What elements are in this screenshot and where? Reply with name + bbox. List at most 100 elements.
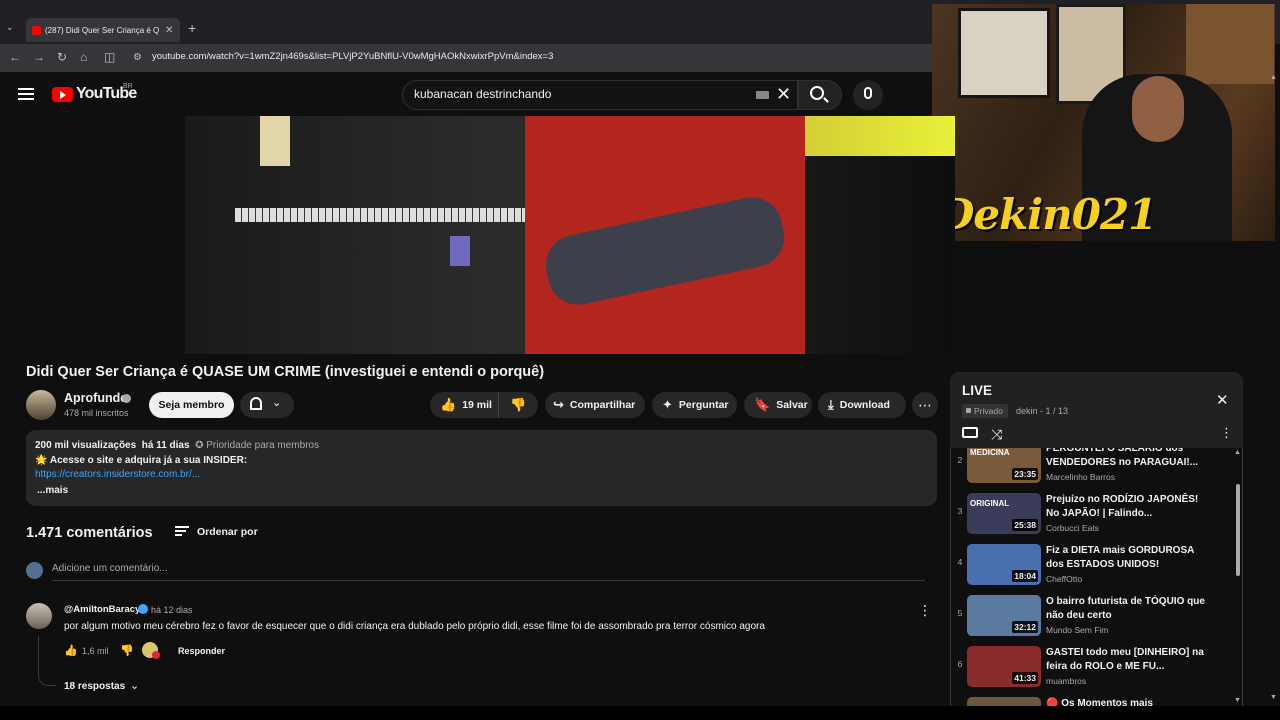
comment-like-icon[interactable]: 👍: [64, 644, 78, 657]
page-scroll-down-icon[interactable]: ▼: [1270, 694, 1277, 701]
share-button[interactable]: ↪ Compartilhar: [545, 392, 645, 418]
show-more-link[interactable]: ...mais: [37, 485, 68, 496]
playlist-item[interactable]: 3 ORIGINAL 25:38 Prejuízo no RODÍZIO JAPONÊ…: [951, 493, 1242, 544]
chevron-down-icon[interactable]: ⌄: [130, 679, 139, 692]
clear-search-icon[interactable]: ✕: [776, 84, 791, 105]
playlist-menu-icon[interactable]: ⋮: [1220, 425, 1233, 441]
tab-close-icon[interactable]: ✕: [165, 25, 173, 36]
playlist-items: 2 MEDICINA 23:35 PERGUNTEI O SALÁRIO dos VE…: [951, 448, 1242, 706]
sparkle-icon: ✦: [662, 397, 673, 412]
page-scroll-up-icon[interactable]: ▲: [1270, 74, 1277, 81]
playlist-item-title[interactable]: PERGUNTEI O SALÁRIO dos VENDEDORES no PA…: [1046, 448, 1206, 470]
upload-age: há 11 dias: [141, 440, 190, 451]
home-icon[interactable]: ⌂: [80, 50, 87, 64]
scroll-up-icon[interactable]: ▲: [1234, 449, 1241, 456]
ask-button[interactable]: ✦ Perguntar: [652, 392, 737, 418]
close-icon[interactable]: ✕: [1216, 391, 1229, 409]
back-icon[interactable]: ←: [9, 50, 21, 64]
playlist-item-title[interactable]: O bairro futurista de TÓQUIO que não deu…: [1046, 595, 1206, 623]
description-meta: 200 mil visualizações há 11 dias ✪ Prior…: [35, 440, 319, 451]
menu-icon[interactable]: [18, 88, 34, 100]
thumbnail-text: MEDICINA: [970, 448, 1010, 457]
youtube-play-icon: [52, 86, 73, 102]
comment-author-avatar[interactable]: [26, 603, 52, 629]
channel-name[interactable]: Aprofundo: [64, 391, 128, 405]
url-field[interactable]: youtube.com/watch?v=1wmZ2jn469s&list=PLV…: [152, 51, 553, 62]
playlist-item[interactable]: 2 MEDICINA 23:35 PERGUNTEI O SALÁRIO dos VE…: [951, 448, 1242, 493]
playlist-item[interactable]: 5 32:12 O bairro futurista de TÓQUIO que n…: [951, 595, 1242, 646]
search-input[interactable]: kubanacan destrinchando: [414, 87, 551, 101]
comment-dislike-icon[interactable]: 👎: [120, 644, 134, 657]
thumbs-up-icon: 👍: [440, 397, 457, 412]
playlist-item[interactable]: 7🔴 Os Momentos mais: [951, 697, 1242, 706]
bell-icon: [250, 397, 262, 410]
comment-count: 1.471 comentários: [26, 525, 153, 541]
playlist-item-title[interactable]: Fiz a DIETA mais GORDUROSA dos ESTADOS U…: [1046, 544, 1206, 572]
comment-time[interactable]: há 12 dias: [151, 605, 193, 615]
webcam-overlay: Dekin021: [932, 4, 1275, 241]
duration-badge: 18:04: [1012, 570, 1038, 582]
save-label: Salvar: [776, 399, 808, 411]
playlist-item[interactable]: 6 41:33 GASTEI todo meu [DINHEIRO] na feir…: [951, 646, 1242, 697]
playlist-item-title[interactable]: 🔴 Os Momentos mais: [1046, 697, 1206, 706]
save-button[interactable]: 🔖 Salvar: [744, 392, 812, 418]
shuffle-icon[interactable]: ⤨: [991, 426, 1002, 443]
verified-icon: [138, 604, 148, 614]
comment-input[interactable]: Adicione um comentário...: [52, 563, 925, 581]
playlist-scrollbar[interactable]: [1236, 484, 1240, 576]
playlist-item-channel: CheffOtto: [1046, 574, 1083, 584]
description-link[interactable]: https://creators.insiderstore.com.br/...: [35, 469, 200, 480]
playlist-thumbnail[interactable]: 41:33: [967, 646, 1041, 687]
youtube-favicon-icon: [32, 25, 41, 35]
sort-button[interactable]: Ordenar por: [197, 526, 258, 538]
comment-author[interactable]: @AmiltonBaracy: [64, 604, 140, 615]
share-icon: ↪: [553, 397, 564, 412]
site-settings-icon[interactable]: ⚙: [133, 52, 142, 63]
join-button[interactable]: Seja membro: [149, 392, 234, 418]
description-text: 🌟 Acesse o site e adquira já a sua INSID…: [35, 455, 248, 466]
playlist-item-title[interactable]: Prejuízo no RODÍZIO JAPONÊS! No JAPÃO! |…: [1046, 493, 1206, 521]
playlist-thumbnail[interactable]: [967, 697, 1041, 706]
playlist-thumbnail[interactable]: MEDICINA 23:35: [967, 448, 1041, 483]
download-icon: ⤓: [828, 397, 834, 412]
sort-icon[interactable]: [175, 526, 189, 536]
keyboard-icon[interactable]: [756, 91, 769, 99]
dislike-button[interactable]: 👎: [498, 392, 538, 418]
scroll-down-icon[interactable]: ▼: [1234, 697, 1241, 704]
creator-heart-icon: [142, 642, 160, 659]
replies-toggle[interactable]: 18 respostas: [64, 681, 125, 692]
subscriber-count: 478 mil inscritos: [64, 408, 129, 418]
search-icon[interactable]: [810, 86, 824, 100]
playlist-item[interactable]: 4 18:04 Fiz a DIETA mais GORDUROSA dos EST…: [951, 544, 1242, 595]
video-player[interactable]: [185, 116, 955, 354]
avatar: [26, 562, 43, 579]
more-actions-button[interactable]: ⋯: [912, 392, 938, 418]
playlist-thumbnail[interactable]: 32:12: [967, 595, 1041, 636]
comment-menu-icon[interactable]: ⋮: [918, 602, 932, 619]
playlist-thumbnail[interactable]: 18:04: [967, 544, 1041, 585]
tab-search-chevron-icon[interactable]: ⌄: [6, 22, 14, 33]
sidebar-toggle-icon[interactable]: ◫: [104, 50, 115, 64]
wall-poster: [958, 8, 1050, 98]
country-code: BR: [123, 83, 133, 90]
duration-badge: 23:35: [1012, 468, 1038, 480]
download-button[interactable]: ⤓ Download: [818, 392, 906, 418]
duration-badge: 25:38: [1012, 519, 1038, 531]
bookmark-icon: 🔖: [754, 397, 771, 412]
tab-title: (287) Didi Quer Ser Criança é Q: [45, 25, 159, 35]
loop-icon[interactable]: [962, 427, 978, 438]
playlist-thumbnail[interactable]: ORIGINAL 25:38: [967, 493, 1041, 534]
forward-icon[interactable]: →: [33, 50, 45, 64]
thumbnail-text: ORIGINAL: [970, 499, 1010, 508]
playlist-item-index: 6: [957, 659, 963, 669]
thumbs-down-icon: 👎: [510, 397, 527, 412]
privacy-badge: Privado: [962, 404, 1008, 418]
playlist-item-title[interactable]: GASTEI todo meu [DINHEIRO] na feira do R…: [1046, 646, 1206, 674]
browser-tab[interactable]: (287) Didi Quer Ser Criança é Q ✕: [26, 18, 180, 42]
notifications-button[interactable]: [240, 392, 294, 418]
playlist-title[interactable]: LIVE: [962, 383, 992, 398]
reload-icon[interactable]: ↻: [57, 50, 67, 64]
channel-avatar[interactable]: [26, 390, 56, 420]
new-tab-icon[interactable]: +: [188, 20, 196, 36]
reply-button[interactable]: Responder: [178, 646, 225, 656]
